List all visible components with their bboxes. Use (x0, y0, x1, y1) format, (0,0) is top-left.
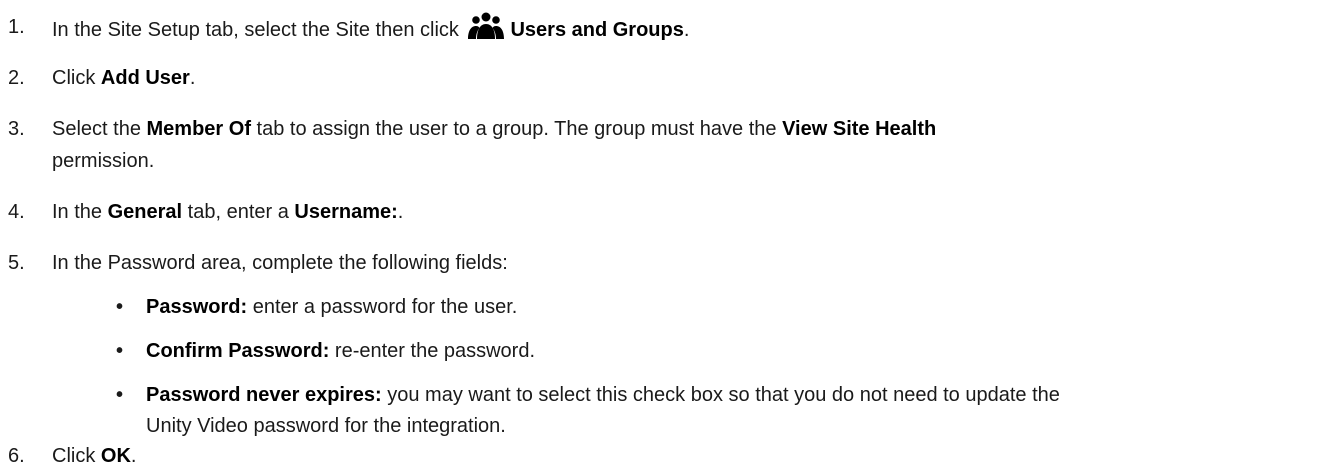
step-3-middle-text: tab to assign the user to a group. The g… (256, 118, 777, 140)
step-4-middle-text: tab, enter a (187, 201, 289, 223)
step-2-text: Click (52, 67, 96, 89)
step-1-text: In the Site Setup tab, select the Site t… (52, 19, 459, 41)
step-text: Select the Member Of tab to assign the u… (52, 114, 1312, 144)
step-number: 5. (8, 252, 25, 274)
step-number: 6. (8, 445, 25, 467)
step-number: 1. (8, 16, 25, 38)
bullet-text-line2: Unity Video password for the integration… (146, 415, 506, 437)
view-site-health-label: View Site Health (782, 118, 937, 140)
users-and-groups-label: Users and Groups (510, 19, 684, 41)
step-3-line2: permission. (52, 150, 155, 172)
punctuation: . (683, 19, 690, 41)
step-text: In the Password area, complete the follo… (52, 252, 508, 274)
member-of-label: Member Of (146, 118, 251, 140)
users-group-icon (468, 12, 505, 39)
bullet-text: Password never expires: you may want to … (146, 380, 1306, 410)
step-6-text: Click (52, 445, 96, 467)
general-label: General (107, 201, 183, 223)
bullet-text: Password: enter a password for the user. (146, 292, 1306, 322)
username-label: Username: (294, 201, 398, 223)
step-4-text: In the (52, 201, 103, 223)
punctuation: . (189, 67, 196, 89)
punctuation: . (130, 445, 137, 467)
confirm-password-description: re-enter the password. (334, 340, 536, 362)
password-never-expires-description: you may want to select this check box so… (387, 384, 1060, 406)
password-label: Password: (146, 296, 248, 318)
step-text: Click OK. (52, 441, 1312, 471)
confirm-password-label: Confirm Password: (146, 340, 330, 362)
bullet-dot: • (116, 340, 124, 362)
bullet-dot: • (116, 296, 124, 318)
ok-label: OK (100, 445, 131, 467)
step-text: In the Site Setup tab, select the Site t… (52, 12, 1312, 45)
punctuation: . (397, 201, 404, 223)
bullet-text: Confirm Password: re-enter the password. (146, 336, 1306, 366)
step-number: 3. (8, 118, 25, 140)
add-user-label: Add User (100, 67, 190, 89)
step-number: 4. (8, 201, 25, 223)
step-text: Click Add User. (52, 63, 1312, 93)
bullet-dot: • (116, 384, 124, 406)
password-description: enter a password for the user. (252, 296, 518, 318)
step-number: 2. (8, 67, 25, 89)
password-never-expires-label: Password never expires: (146, 384, 382, 406)
step-text: In the General tab, enter a Username:. (52, 197, 1312, 227)
step-3-text: Select the (52, 118, 141, 140)
